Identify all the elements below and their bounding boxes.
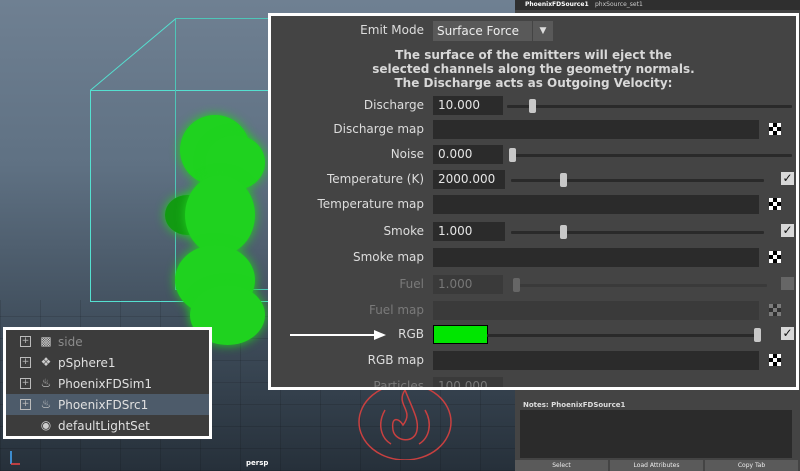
phoenix-icon: ♨ <box>40 376 52 390</box>
temperature-slider[interactable] <box>511 179 764 182</box>
checker-map-icon[interactable] <box>769 354 781 366</box>
temperature-map-field[interactable] <box>433 195 759 214</box>
smoke-map-field[interactable] <box>433 248 759 267</box>
noise-slider-handle[interactable] <box>509 148 516 162</box>
discharge-map-row: Discharge map <box>271 119 796 141</box>
fuel-slider[interactable] <box>513 284 767 287</box>
phoenix-icon: ♨ <box>40 397 52 411</box>
smoke-row: Smoke 1.000 ✓ <box>271 221 796 243</box>
rgb-map-row: RGB map <box>271 350 796 372</box>
discharge-slider-handle[interactable] <box>529 99 537 113</box>
noise-slider[interactable] <box>509 154 792 157</box>
description-line-2: selected channels along the geometry nor… <box>372 62 695 76</box>
emit-mode-dropdown[interactable]: Surface Force ▼ <box>433 21 553 41</box>
discharge-label: Discharge <box>363 98 424 112</box>
smoke-label: Smoke <box>383 224 424 238</box>
particles-label: Particles <box>373 379 424 390</box>
fuel-label: Fuel <box>399 277 424 291</box>
smoke-checkbox[interactable]: ✓ <box>781 224 794 237</box>
fuel-row: Fuel 1.000 <box>271 274 796 296</box>
discharge-map-label: Discharge map <box>333 122 424 136</box>
discharge-field[interactable]: 10.000 <box>433 96 503 115</box>
fuel-field[interactable]: 1.000 <box>433 275 503 294</box>
tab-phoenixfdsource1[interactable]: PhoenixFDSource1 <box>525 1 589 8</box>
outliner-item-phoenixfdsim1[interactable]: + ♨ PhoenixFDSim1 <box>6 373 209 394</box>
noise-field[interactable]: 0.000 <box>433 145 503 164</box>
bbox-edge <box>90 18 176 91</box>
particles-row: Particles 100.000 <box>271 376 796 390</box>
emit-mode-value: Surface Force <box>437 24 519 38</box>
attribute-editor-tabs: PhoenixFDSource1 phxSource_set1 <box>515 0 800 10</box>
rgb-map-field[interactable] <box>433 351 759 370</box>
temperature-field[interactable]: 2000.000 <box>433 170 505 189</box>
rgb-color-swatch[interactable] <box>433 325 488 344</box>
phoenix-emitter-icon <box>358 383 452 460</box>
fuel-slider-handle[interactable] <box>513 278 520 292</box>
outliner-item-label: defaultLightSet <box>58 419 150 433</box>
outliner-item-label: PhoenixFDSim1 <box>58 377 153 391</box>
lightset-icon: ◉ <box>40 418 52 432</box>
outliner-item-psphere1[interactable]: + ❖ pSphere1 <box>6 352 209 373</box>
outliner-item-label: PhoenixFDSrc1 <box>58 398 149 412</box>
temperature-slider-handle[interactable] <box>560 173 568 187</box>
rgb-map-label: RGB map <box>367 353 424 367</box>
smoke-map-label: Smoke map <box>352 250 424 264</box>
notes-label: Notes: PhoenixFDSource1 <box>523 401 626 409</box>
emit-mode-row: Emit Mode Surface Force ▼ <box>271 18 796 41</box>
rgb-slider-handle[interactable] <box>754 328 761 342</box>
expand-icon[interactable]: + <box>20 378 31 389</box>
temperature-map-row: Temperature map <box>271 194 796 216</box>
smoke-map-row: Smoke map <box>271 247 796 269</box>
checker-map-icon[interactable] <box>769 251 781 263</box>
annotation-arrow-icon <box>290 330 386 340</box>
tab-phxsource-set1[interactable]: phxSource_set1 <box>595 1 643 8</box>
checker-map-icon[interactable] <box>769 123 781 135</box>
select-button[interactable]: Select <box>515 460 608 471</box>
mesh-icon: ❖ <box>40 355 52 369</box>
load-attributes-button[interactable]: Load Attributes <box>610 460 703 471</box>
fuel-map-field[interactable] <box>433 301 759 320</box>
noise-label: Noise <box>390 147 424 161</box>
outliner-item-label: pSphere1 <box>58 356 116 370</box>
camera-label: persp <box>246 459 269 467</box>
outliner-item-defaultlightset[interactable]: ◉ defaultLightSet <box>6 415 209 436</box>
chevron-down-icon: ▼ <box>532 21 553 41</box>
temperature-label: Temperature (K) <box>326 172 424 186</box>
description-line-3: The Discharge acts as Outgoing Velocity: <box>394 76 673 90</box>
rgb-slider[interactable] <box>487 334 761 337</box>
temperature-map-label: Temperature map <box>317 197 425 211</box>
checker-map-icon[interactable] <box>769 304 781 316</box>
noise-row: Noise 0.000 <box>271 144 796 166</box>
notes-field[interactable] <box>520 410 792 458</box>
rgb-checkbox[interactable]: ✓ <box>781 327 794 340</box>
temperature-row: Temperature (K) 2000.000 ✓ <box>271 169 796 191</box>
fuel-map-row: Fuel map <box>271 300 796 322</box>
smoke-field[interactable]: 1.000 <box>433 222 505 241</box>
smoke-slider[interactable] <box>511 231 764 234</box>
description-line-1: The surface of the emitters will eject t… <box>395 48 672 62</box>
smoke-volume <box>160 115 280 345</box>
expand-icon[interactable]: + <box>20 399 31 410</box>
discharge-row: Discharge 10.000 <box>271 95 796 117</box>
outliner-panel: + ▩ side + ❖ pSphere1 + ♨ PhoenixFDSim1 … <box>3 327 212 439</box>
outliner-item-label: side <box>58 335 83 349</box>
fuel-map-label: Fuel map <box>368 303 424 317</box>
checker-map-icon[interactable] <box>769 198 781 210</box>
outliner-item-phoenixfdsrc1[interactable]: + ♨ PhoenixFDSrc1 <box>6 394 209 415</box>
discharge-slider[interactable] <box>507 105 792 108</box>
axes-gizmo-icon <box>10 451 20 465</box>
copy-tab-button[interactable]: Copy Tab <box>705 460 798 471</box>
camera-icon: ▩ <box>40 334 52 348</box>
emit-mode-label: Emit Mode <box>360 23 424 37</box>
temperature-checkbox[interactable]: ✓ <box>781 172 794 185</box>
particles-field[interactable]: 100.000 <box>433 377 503 387</box>
discharge-map-field[interactable] <box>433 120 759 139</box>
expand-icon[interactable]: + <box>20 336 31 347</box>
smoke-slider-handle[interactable] <box>560 225 568 239</box>
rgb-label: RGB <box>398 327 424 341</box>
expand-icon[interactable]: + <box>20 357 31 368</box>
outliner-item-side[interactable]: + ▩ side <box>6 331 209 352</box>
fuel-checkbox[interactable] <box>781 277 794 290</box>
